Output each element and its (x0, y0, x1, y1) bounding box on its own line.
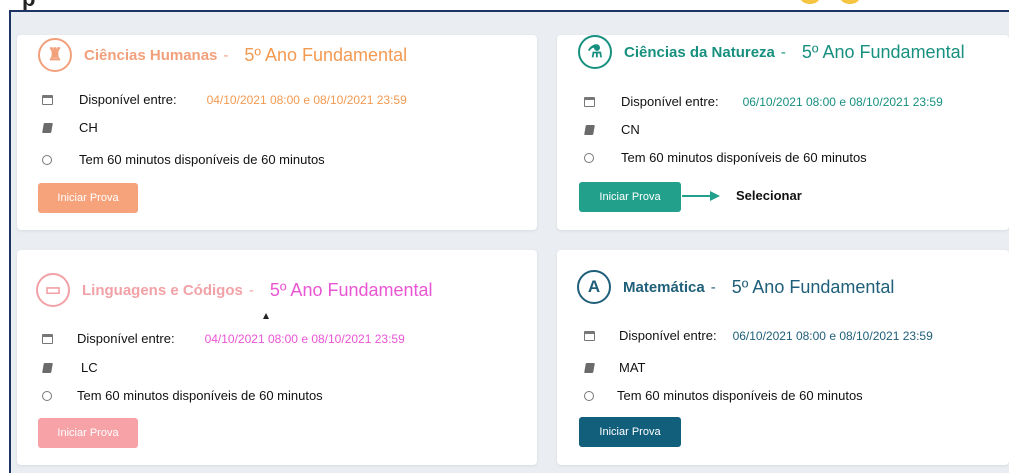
available-dates: 06/10/2021 08:00 e 08/10/2021 23:59 (732, 328, 933, 343)
grade-label: 5º Ano Fundamental (731, 276, 895, 297)
separator: - (248, 281, 254, 299)
availability-row: Disponível entre: 04/10/2021 08:00 e 08/… (41, 331, 405, 346)
available-label: Disponível entre: (621, 94, 719, 109)
card-header: ♜ Ciências Humanas - 5º Ano Fundamental (38, 38, 407, 72)
separator: - (223, 46, 229, 64)
compass-icon: A (577, 270, 611, 304)
time-row: Tem 60 minutos disponíveis de 60 minutos (583, 388, 863, 403)
clock-icon (41, 390, 53, 402)
time-row: Tem 60 minutos disponíveis de 60 minutos (41, 388, 323, 403)
available-label: Disponível entre: (619, 328, 717, 343)
calendar-icon (41, 94, 53, 106)
mouse-cursor (263, 313, 269, 319)
top-cut-text: p (0, 0, 200, 10)
book-icon (41, 362, 53, 374)
availability-row: Disponível entre: 06/10/2021 08:00 e 08/… (583, 94, 943, 109)
time-row: Tem 60 minutos disponíveis de 60 minutos (41, 152, 325, 167)
separator: - (780, 43, 786, 61)
grade-label: 5º Ano Fundamental (244, 44, 408, 65)
time-text: Tem 60 minutos disponíveis de 60 minutos (621, 150, 867, 165)
select-annotation: Selecionar (682, 188, 802, 203)
card-header: ⚗ Ciências da Natureza - 5º Ano Fundamen… (578, 35, 965, 69)
start-exam-button[interactable]: Iniciar Prova (38, 418, 138, 448)
book-icon (41, 122, 53, 134)
grade-label: 5º Ano Fundamental (269, 279, 433, 300)
available-label: Disponível entre: (79, 92, 177, 107)
availability-row: Disponível entre: 04/10/2021 08:00 e 08/… (41, 92, 407, 107)
code-row: CH (41, 120, 98, 135)
calendar-icon (41, 333, 53, 345)
annotation-label: Selecionar (736, 188, 802, 203)
grade-label: 5º Ano Fundamental (801, 41, 965, 62)
available-dates: 06/10/2021 08:00 e 08/10/2021 23:59 (742, 94, 943, 109)
subject-code: CH (79, 120, 98, 135)
clock-icon (583, 152, 595, 164)
start-exam-button[interactable]: Iniciar Prova (38, 183, 138, 213)
time-text: Tem 60 minutos disponíveis de 60 minutos (77, 388, 323, 403)
monitor-icon: ▭ (36, 273, 70, 307)
available-dates: 04/10/2021 08:00 e 08/10/2021 23:59 (206, 92, 407, 107)
calendar-icon (583, 96, 595, 108)
trophy-icon: ♜ (38, 38, 72, 72)
subject-name: Linguagens e Códigos (82, 281, 243, 299)
card-header: A Matemática - 5º Ano Fundamental (577, 270, 894, 304)
subject-code: LC (81, 360, 98, 375)
code-row: LC (41, 360, 98, 375)
calendar-icon (583, 330, 595, 342)
time-text: Tem 60 minutos disponíveis de 60 minutos (617, 388, 863, 403)
available-label: Disponível entre: (77, 331, 175, 346)
subject-name: Ciências da Natureza (624, 43, 775, 61)
card-header: ▭ Linguagens e Códigos - 5º Ano Fundamen… (36, 273, 433, 307)
time-text: Tem 60 minutos disponíveis de 60 minutos (79, 152, 325, 167)
clock-icon (583, 390, 595, 402)
clock-icon (41, 154, 53, 166)
book-icon (583, 124, 595, 136)
subject-code: CN (621, 122, 640, 137)
subject-name: Ciências Humanas (84, 46, 218, 64)
start-exam-button[interactable]: Iniciar Prova (579, 182, 681, 212)
code-row: CN (583, 122, 640, 137)
start-exam-button[interactable]: Iniciar Prova (579, 417, 681, 447)
available-dates: 04/10/2021 08:00 e 08/10/2021 23:59 (204, 331, 405, 346)
subject-code: MAT (619, 360, 646, 375)
separator: - (710, 278, 716, 296)
time-row: Tem 60 minutos disponíveis de 60 minutos (583, 150, 867, 165)
subject-name: Matemática (623, 278, 705, 296)
availability-row: Disponível entre: 06/10/2021 08:00 e 08/… (583, 328, 933, 343)
code-row: MAT (583, 360, 645, 375)
arrow-right-icon (682, 190, 720, 201)
flask-icon: ⚗ (578, 35, 612, 69)
book-icon (583, 362, 595, 374)
